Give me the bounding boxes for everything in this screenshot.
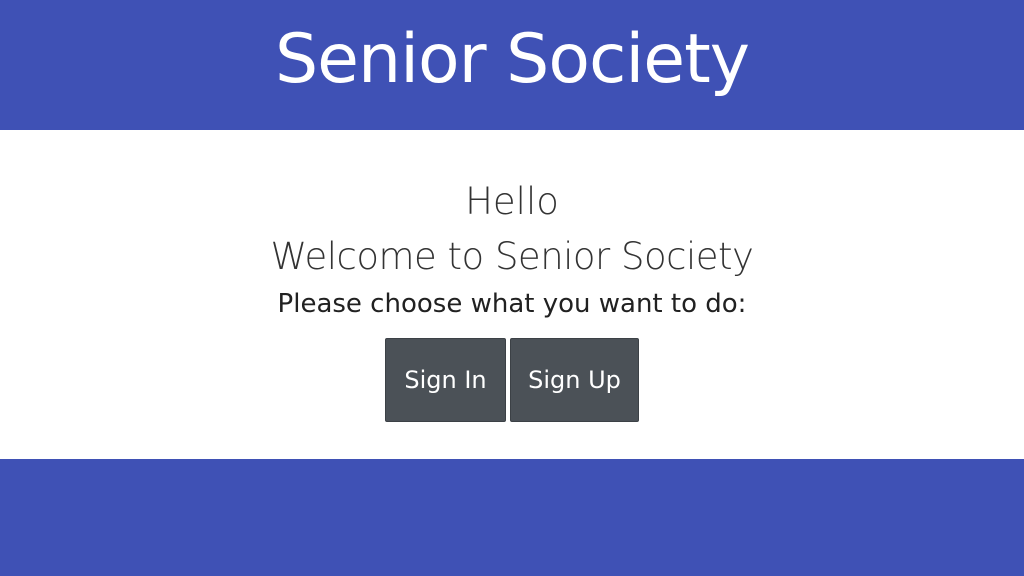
sign-in-button[interactable]: Sign In [385, 338, 506, 422]
main-panel: Hello Welcome to Senior Society Please c… [0, 130, 1024, 459]
welcome-heading: Welcome to Senior Society [270, 235, 754, 278]
greeting-text: Hello [465, 180, 559, 223]
footer-bar [0, 459, 1024, 576]
app-title: Senior Society [275, 20, 750, 99]
choice-prompt: Please choose what you want to do: [277, 289, 747, 319]
sign-up-button[interactable]: Sign Up [510, 338, 639, 422]
header-bar: Senior Society [0, 0, 1024, 130]
action-button-group: Sign In Sign Up [0, 338, 1024, 422]
